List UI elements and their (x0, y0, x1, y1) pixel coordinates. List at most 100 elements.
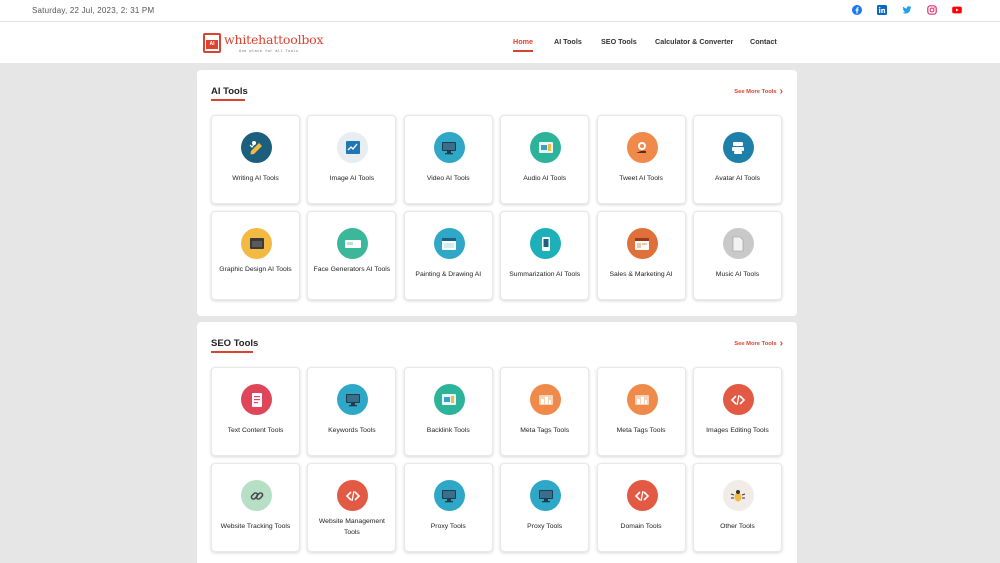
tool-card-label: Backlink Tools (426, 427, 470, 434)
tool-card[interactable]: Proxy Tools (403, 463, 493, 552)
tool-card-label: Other Tools (720, 523, 755, 530)
code-icon (722, 384, 754, 415)
tool-card-label: Video AI Tools (426, 175, 470, 182)
audio-monitor-icon (530, 132, 562, 163)
tool-card[interactable]: Website Tracking Tools (211, 463, 300, 552)
music-doc-icon (722, 228, 754, 259)
proxy-monitor-icon (530, 480, 562, 511)
tool-card-label: Website Tracking Tools (220, 523, 291, 530)
tool-card[interactable]: Image AI Tools (307, 115, 397, 204)
ai-tools-heading: AI Tools (211, 86, 248, 97)
nav-ai-tools[interactable]: AI Tools (554, 37, 582, 46)
active-nav-indicator (513, 50, 533, 52)
bug-icon (722, 480, 754, 511)
ai-tools-section: AI Tools See More Tools › Writing AI Tool… (197, 70, 797, 316)
tool-card-label: Image AI Tools (329, 175, 375, 182)
nav-calculator-converter[interactable]: Calculator & Converter (655, 37, 733, 46)
painting-window-icon (433, 228, 465, 259)
site-logo[interactable]: AI whitehattoolbox One place for all Too… (203, 31, 324, 55)
tool-card-label: Tweet AI Tools (619, 175, 663, 182)
sales-window-icon (626, 228, 658, 259)
instagram-icon[interactable] (927, 5, 937, 15)
tool-card[interactable]: Sales & Marketing AI (596, 211, 686, 300)
tool-card[interactable]: Music AI Tools (692, 211, 782, 300)
tool-card[interactable]: Audio AI Tools (500, 115, 590, 204)
face-generator-icon (337, 228, 369, 259)
backlink-monitor-icon (433, 384, 465, 415)
meta-tags-icon (530, 384, 562, 415)
tool-card-label: Audio AI Tools (523, 175, 567, 182)
avatar-stack-icon (722, 132, 754, 163)
youtube-icon[interactable] (952, 5, 962, 15)
ai-see-more-link[interactable]: See More Tools › (734, 86, 783, 97)
heading-underline (211, 351, 253, 353)
social-links (852, 5, 962, 15)
site-header: AI whitehattoolbox One place for all Too… (0, 22, 1000, 63)
chain-link-icon (241, 480, 272, 511)
tool-card[interactable]: Keywords Tools (307, 367, 397, 456)
tool-card[interactable]: Text Content Tools (211, 367, 300, 456)
tool-card[interactable]: Tweet AI Tools (596, 115, 686, 204)
tool-card-label: Proxy Tools (527, 523, 563, 530)
tool-card-label: Face Generators AI Tools (313, 266, 391, 273)
seo-tools-grid: Text Content Tools Keywords Tools Backlink… (211, 367, 782, 552)
facebook-icon[interactable] (852, 5, 862, 15)
text-content-icon (241, 384, 272, 415)
tool-card-label: Meta Tags Tools (616, 427, 666, 434)
tool-card[interactable]: Website Management Tools (307, 463, 397, 552)
nav-home[interactable]: Home (513, 37, 533, 46)
linkedin-icon[interactable] (877, 5, 887, 15)
tool-card[interactable]: Writing AI Tools (211, 115, 300, 204)
tool-card-label: Images Editing Tools (706, 427, 769, 434)
tool-card[interactable]: Images Editing Tools (692, 367, 782, 456)
seo-see-more-link[interactable]: See More Tools › (734, 338, 783, 349)
nav-seo-tools[interactable]: SEO Tools (601, 37, 637, 46)
meta-tags-icon (626, 384, 658, 415)
tool-card[interactable]: Graphic Design AI Tools (211, 211, 300, 300)
tool-card[interactable]: Summarization AI Tools (500, 211, 590, 300)
tool-card[interactable]: Meta Tags Tools (500, 367, 590, 456)
brand-tagline: One place for all Tools (239, 48, 299, 53)
video-monitor-icon (433, 132, 465, 163)
tool-card-label: Painting & Drawing AI (415, 271, 482, 278)
code-icon (337, 480, 369, 511)
tool-card[interactable]: Avatar AI Tools (692, 115, 782, 204)
twitter-icon[interactable] (902, 5, 912, 15)
tool-card[interactable]: Face Generators AI Tools (307, 211, 397, 300)
summarization-phone-icon (530, 228, 562, 259)
tool-card-label: Proxy Tools (430, 523, 466, 530)
code-icon (626, 480, 658, 511)
keywords-monitor-icon (337, 384, 369, 415)
chevron-right-icon: › (779, 86, 783, 97)
tool-card-label: Sales & Marketing AI (609, 271, 673, 278)
tool-card-label: Domain Tools (620, 523, 662, 530)
tool-card-label: Website Management Tools (318, 518, 385, 536)
seo-tools-section: SEO Tools See More Tools › Text Content T… (197, 322, 797, 563)
chevron-right-icon: › (779, 338, 783, 349)
tool-card-label: Graphic Design AI Tools (219, 266, 292, 273)
ai-tools-grid: Writing AI Tools Image AI Tools Video AI T… (211, 115, 782, 300)
heading-underline (211, 99, 245, 101)
tool-card[interactable]: Painting & Drawing AI (403, 211, 493, 300)
writing-icon (241, 132, 272, 163)
brand-name: whitehattoolbox (224, 32, 324, 47)
tool-card-label: Meta Tags Tools (520, 427, 570, 434)
image-chart-icon (337, 132, 369, 163)
logo-mark-icon: AI (203, 33, 221, 53)
tweet-hand-icon (626, 132, 658, 163)
tool-card-label: Music AI Tools (715, 271, 760, 278)
tool-card[interactable]: Other Tools (692, 463, 782, 552)
tool-card-label: Keywords Tools (328, 427, 376, 434)
graphic-design-icon (241, 228, 272, 259)
top-bar: Saturday, 22 Jul, 2023, 2: 31 PM (0, 0, 1000, 22)
tool-card-label: Summarization AI Tools (509, 271, 581, 278)
proxy-monitor-icon (433, 480, 465, 511)
seo-tools-heading: SEO Tools (211, 338, 259, 349)
tool-card-label: Text Content Tools (227, 427, 284, 434)
tool-card[interactable]: Proxy Tools (500, 463, 590, 552)
nav-contact[interactable]: Contact (750, 37, 777, 46)
tool-card[interactable]: Backlink Tools (403, 367, 493, 456)
tool-card[interactable]: Domain Tools (596, 463, 686, 552)
tool-card[interactable]: Video AI Tools (403, 115, 493, 204)
tool-card[interactable]: Meta Tags Tools (596, 367, 686, 456)
